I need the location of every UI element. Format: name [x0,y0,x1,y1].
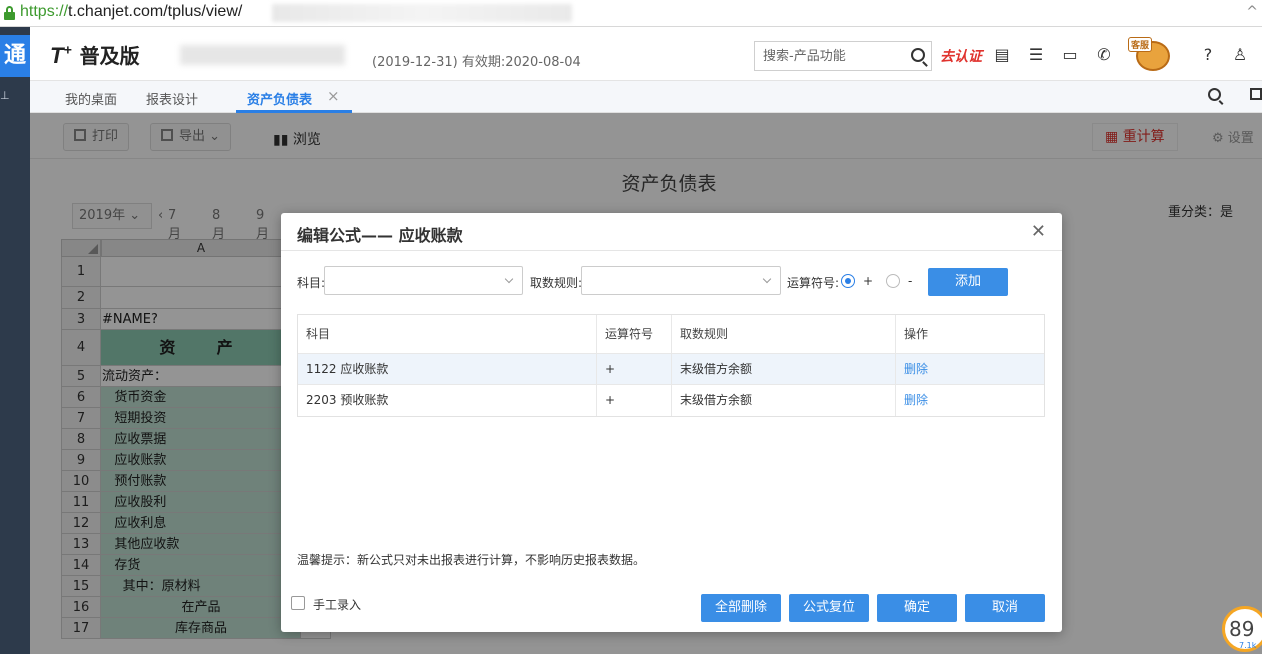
operator-plus-radio[interactable] [841,274,855,288]
app-logo[interactable]: 通 [0,35,30,77]
row-subject: 1122 应收账款 [298,354,597,384]
calculator-icon[interactable]: ▤ [992,45,1012,65]
manual-entry-label: 手工录入 [313,598,362,612]
edit-formula-dialog: 编辑公式—— 应收账款 ✕ 科目: 取数规则: 运算符号: + - 添加 科目 … [281,213,1062,632]
formula-reset-button[interactable]: 公式复位 [789,594,869,622]
redacted-url-part [272,4,572,22]
row-operator: + [597,354,672,384]
dialog-title: 编辑公式—— 应收账款 [297,226,463,245]
chevron-down-icon [504,274,514,284]
row-action-cell: 删除 [896,354,1046,384]
ok-button[interactable]: 确定 [877,594,957,622]
search-input[interactable] [755,42,895,70]
tab-balance-sheet[interactable]: 资产负债表 [247,89,312,108]
manual-entry-checkbox[interactable] [291,596,305,610]
scroll-caret-icon: ^ [1246,4,1258,20]
tab-search-icon[interactable] [1208,88,1221,101]
row-operator: + [597,385,672,416]
left-nav-strip: 通 ⊥ [0,27,30,654]
checklist-icon[interactable]: ☰ [1026,45,1046,65]
hint-text: 温馨提示：新公式只对未出报表进行计算，不影响历史报表数据。 [297,553,646,567]
add-button[interactable]: 添加 [928,268,1008,296]
close-icon[interactable]: × [327,87,340,105]
operator-label: 运算符号: [787,276,840,290]
row-rule: 末级借方余额 [672,354,896,384]
certify-link[interactable]: 去认证 [940,46,982,66]
rule-label: 取数规则: [530,276,583,290]
dialog-header: 编辑公式—— 应收账款 ✕ [281,213,1062,251]
subject-label: 科目: [297,276,326,290]
tab-report-design[interactable]: 报表设计 [146,89,198,108]
table-header-row: 科目 运算符号 取数规则 操作 [298,315,1044,354]
nav-mini-label[interactable]: ⊥ [0,89,10,102]
col-subject-header: 科目 [298,315,597,353]
col-action-header: 操作 [904,327,929,341]
table-row[interactable]: 2203 预收账款 + 末级借方余额 删除 [298,385,1044,416]
chevron-down-icon [762,274,772,284]
cancel-button[interactable]: 取消 [965,594,1045,622]
customer-service-avatar[interactable]: 客服 [1128,37,1176,71]
col-rule-header: 取数规则 [672,315,896,353]
operator-plus-label: + [863,274,874,288]
monitor-icon[interactable]: ▭ [1060,45,1080,65]
operator-minus-radio[interactable] [886,274,900,288]
row-action-cell: 删除 [896,385,1046,416]
lock-icon [4,6,15,20]
close-icon[interactable]: ✕ [1031,221,1046,242]
fullscreen-icon[interactable] [1250,88,1262,100]
col-operator-header: 运算符号 [597,315,672,353]
delete-link[interactable]: 删除 [904,393,928,407]
help-icon[interactable]: ? [1198,45,1218,65]
search-icon[interactable] [911,48,925,62]
phone-icon[interactable]: ✆ [1094,45,1114,65]
subject-select[interactable] [324,266,523,295]
url-text[interactable]: https://t.chanjet.com/tplus/view/ [20,3,242,21]
product-search[interactable] [754,41,932,71]
tab-my-desktop[interactable]: 我的桌面 [65,89,117,108]
top-header: T+普及版 (2019-12-31) 有效期:2020-08-04 去认证 ▤ … [30,27,1262,81]
performance-badge[interactable]: 89 7.1k [1222,606,1262,652]
delete-all-button[interactable]: 全部删除 [701,594,781,622]
brand-logo[interactable]: T+ 普及版 [50,40,140,69]
rule-select[interactable] [581,266,781,295]
operator-minus-label: - [908,274,913,288]
formula-table: 科目 运算符号 取数规则 操作 1122 应收账款 + 末级借方余额 删除 22… [297,314,1045,417]
delete-link[interactable]: 删除 [904,362,928,376]
account-dates: (2019-12-31) 有效期:2020-08-04 [372,55,581,70]
row-subject: 2203 预收账款 [298,385,597,416]
row-rule: 末级借方余额 [672,385,896,416]
user-icon[interactable]: ♙ [1230,45,1250,65]
tab-bar: 我的桌面 报表设计 资产负债表 × [30,81,1262,113]
redacted-company-name [180,45,345,65]
browser-url-bar[interactable]: https://t.chanjet.com/tplus/view/ ^ [0,0,1262,27]
table-row[interactable]: 1122 应收账款 + 末级借方余额 删除 [298,354,1044,385]
